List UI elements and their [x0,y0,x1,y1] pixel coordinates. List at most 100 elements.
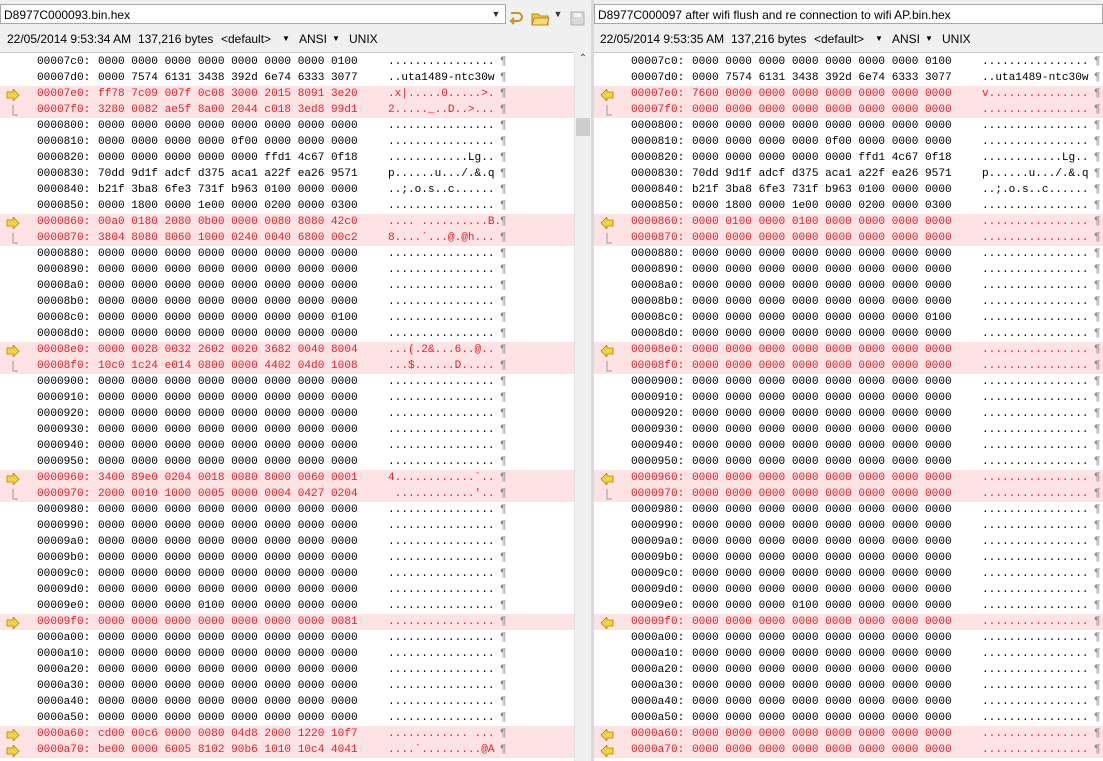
hex-line[interactable]: 00009d0: 0000 0000 0000 0000 0000 0000 00… [0,582,574,598]
hex-line[interactable]: 0000970: 2000 0010 1000 0005 0000 0004 04… [0,486,574,502]
copy-right-arrow-icon[interactable] [6,744,20,758]
hex-line[interactable]: 00008f0: 10c0 1c24 e014 0800 0000 4402 04… [0,358,574,374]
hex-line[interactable]: 00009f0: 0000 0000 0000 0000 0000 0000 00… [0,614,574,630]
copy-left-arrow-icon[interactable] [600,616,614,630]
scrollbar-thumb[interactable] [576,118,590,136]
hex-line[interactable]: 0000860: 0000 0100 0000 0100 0000 0000 00… [594,214,1103,230]
hex-line[interactable]: 0000a60: cd00 00c6 0000 0080 04d8 2000 12… [0,726,574,742]
hex-line[interactable]: 00009c0: 0000 0000 0000 0000 0000 0000 00… [0,566,574,582]
left-hex-view[interactable]: 00007c0: 0000 0000 0000 0000 0000 0000 00… [0,52,574,761]
hex-line[interactable]: 0000870: 3804 8080 8060 1000 0240 0040 68… [0,230,574,246]
hex-line[interactable]: 0000930: 0000 0000 0000 0000 0000 0000 00… [594,422,1103,438]
hex-line[interactable]: 00009f0: 0000 0000 0000 0000 0000 0000 00… [594,614,1103,630]
hex-line[interactable]: 0000840: b21f 3ba8 6fe3 731f b963 0100 00… [0,182,574,198]
hex-line[interactable]: 0000a10: 0000 0000 0000 0000 0000 0000 00… [594,646,1103,662]
hex-line[interactable]: 00009e0: 0000 0000 0000 0100 0000 0000 00… [0,598,574,614]
hex-line[interactable]: 00007c0: 0000 0000 0000 0000 0000 0000 00… [594,54,1103,70]
copy-right-arrow-icon[interactable] [6,616,20,630]
hex-line[interactable]: 0000940: 0000 0000 0000 0000 0000 0000 00… [0,438,574,454]
left-charset-select[interactable]: ANSI [299,30,327,48]
copy-right-arrow-icon[interactable] [6,216,20,230]
hex-line[interactable]: 0000820: 0000 0000 0000 0000 0000 ffd1 4c… [0,150,574,166]
hex-line[interactable]: 0000870: 0000 0000 0000 0000 0000 0000 00… [594,230,1103,246]
left-path-dropdown-icon[interactable]: ▼ [489,7,503,21]
hex-line[interactable]: 00009a0: 0000 0000 0000 0000 0000 0000 00… [0,534,574,550]
hex-line[interactable]: 0000a00: 0000 0000 0000 0000 0000 0000 00… [594,630,1103,646]
copy-left-arrow-icon[interactable] [600,216,614,230]
hex-line[interactable]: 0000a40: 0000 0000 0000 0000 0000 0000 00… [0,694,574,710]
hex-line[interactable]: 00007c0: 0000 0000 0000 0000 0000 0000 00… [0,54,574,70]
hex-line[interactable]: 00008c0: 0000 0000 0000 0000 0000 0000 00… [0,310,574,326]
hex-line[interactable]: 00007e0: ff78 7c09 007f 0c08 3000 2015 80… [0,86,574,102]
copy-left-arrow-icon[interactable] [600,472,614,486]
hex-line[interactable]: 00009b0: 0000 0000 0000 0000 0000 0000 00… [594,550,1103,566]
hex-line[interactable]: 0000840: b21f 3ba8 6fe3 731f b963 0100 00… [594,182,1103,198]
hex-line[interactable]: 00009d0: 0000 0000 0000 0000 0000 0000 00… [594,582,1103,598]
hex-line[interactable]: 00009e0: 0000 0000 0000 0100 0000 0000 00… [594,598,1103,614]
hex-line[interactable]: 0000950: 0000 0000 0000 0000 0000 0000 00… [594,454,1103,470]
right-file-path-field[interactable]: D8977C000097 after wifi flush and re con… [594,4,1103,24]
open-dropdown-icon[interactable]: ▼ [551,7,565,21]
hex-line[interactable]: 0000890: 0000 0000 0000 0000 0000 0000 00… [0,262,574,278]
hex-line[interactable]: 00008e0: 0000 0028 0032 2602 0020 3682 00… [0,342,574,358]
hex-line[interactable]: 0000860: 00a0 0180 2080 0b00 0000 0080 80… [0,214,574,230]
hex-line[interactable]: 0000830: 70dd 9d1f adcf d375 aca1 a22f ea… [0,166,574,182]
hex-line[interactable]: 0000960: 3400 89e0 0204 0018 0080 8000 00… [0,470,574,486]
hex-line[interactable]: 0000890: 0000 0000 0000 0000 0000 0000 00… [594,262,1103,278]
hex-line[interactable]: 0000920: 0000 0000 0000 0000 0000 0000 00… [594,406,1103,422]
hex-line[interactable]: 0000800: 0000 0000 0000 0000 0000 0000 00… [0,118,574,134]
hex-line[interactable]: 0000940: 0000 0000 0000 0000 0000 0000 00… [594,438,1103,454]
right-encoding-dropdown-icon[interactable]: ▼ [875,30,883,48]
hex-line[interactable]: 0000960: 0000 0000 0000 0000 0000 0000 00… [594,470,1103,486]
hex-line[interactable]: 0000a70: be00 0000 6005 8102 90b6 1010 10… [0,742,574,758]
hex-line[interactable]: 0000a40: 0000 0000 0000 0000 0000 0000 00… [594,694,1103,710]
swap-sides-icon[interactable] [507,8,527,28]
hex-line[interactable]: 00007d0: 0000 7574 6131 3438 392d 6e74 63… [0,70,574,86]
hex-line[interactable]: 0000830: 70dd 9d1f adcf d375 aca1 a22f ea… [594,166,1103,182]
right-encoding-select[interactable]: <default> [814,30,864,48]
hex-line[interactable]: 0000910: 0000 0000 0000 0000 0000 0000 00… [0,390,574,406]
hex-line[interactable]: 0000950: 0000 0000 0000 0000 0000 0000 00… [0,454,574,470]
open-folder-icon[interactable] [530,8,550,28]
hex-line[interactable]: 0000910: 0000 0000 0000 0000 0000 0000 00… [594,390,1103,406]
copy-right-arrow-icon[interactable] [6,88,20,102]
save-icon[interactable] [568,8,588,28]
hex-line[interactable]: 0000810: 0000 0000 0000 0000 0f00 0000 00… [594,134,1103,150]
hex-line[interactable]: 00009a0: 0000 0000 0000 0000 0000 0000 00… [594,534,1103,550]
hex-line[interactable]: 0000820: 0000 0000 0000 0000 0000 ffd1 4c… [594,150,1103,166]
hex-line[interactable]: 0000800: 0000 0000 0000 0000 0000 0000 00… [594,118,1103,134]
hex-line[interactable]: 00008b0: 0000 0000 0000 0000 0000 0000 00… [0,294,574,310]
left-vertical-scrollbar[interactable]: ⌃ [574,52,591,761]
hex-line[interactable]: 0000980: 0000 0000 0000 0000 0000 0000 00… [0,502,574,518]
hex-line[interactable]: 0000990: 0000 0000 0000 0000 0000 0000 00… [0,518,574,534]
copy-left-arrow-icon[interactable] [600,88,614,102]
hex-line[interactable]: 0000850: 0000 1800 0000 1e00 0000 0200 00… [0,198,574,214]
hex-line[interactable]: 00008e0: 0000 0000 0000 0000 0000 0000 00… [594,342,1103,358]
copy-left-arrow-icon[interactable] [600,744,614,758]
hex-line[interactable]: 0000a60: 0000 0000 0000 0000 0000 0000 00… [594,726,1103,742]
hex-line[interactable]: 0000a30: 0000 0000 0000 0000 0000 0000 00… [594,678,1103,694]
hex-line[interactable]: 0000880: 0000 0000 0000 0000 0000 0000 00… [594,246,1103,262]
hex-line[interactable]: 0000900: 0000 0000 0000 0000 0000 0000 00… [0,374,574,390]
hex-line[interactable]: 00007f0: 0000 0000 0000 0000 0000 0000 00… [594,102,1103,118]
hex-line[interactable]: 0000810: 0000 0000 0000 0000 0f00 0000 00… [0,134,574,150]
hex-line[interactable]: 0000a50: 0000 0000 0000 0000 0000 0000 00… [594,710,1103,726]
hex-line[interactable]: 00008a0: 0000 0000 0000 0000 0000 0000 00… [0,278,574,294]
left-file-path-field[interactable]: D8977C000093.bin.hex [0,4,506,24]
hex-line[interactable]: 00008f0: 0000 0000 0000 0000 0000 0000 00… [594,358,1103,374]
hex-line[interactable]: 00008b0: 0000 0000 0000 0000 0000 0000 00… [594,294,1103,310]
hex-line[interactable]: 00009c0: 0000 0000 0000 0000 0000 0000 00… [594,566,1103,582]
hex-line[interactable]: 0000a10: 0000 0000 0000 0000 0000 0000 00… [0,646,574,662]
hex-line[interactable]: 00007f0: 3280 0082 ae5f 8a00 2044 c018 3e… [0,102,574,118]
hex-line[interactable]: 00007d0: 0000 7574 6131 3438 392d 6e74 63… [594,70,1103,86]
right-charset-select[interactable]: ANSI [892,30,920,48]
left-encoding-select[interactable]: <default> [221,30,271,48]
scroll-up-icon[interactable]: ⌃ [578,54,588,64]
hex-line[interactable]: 0000900: 0000 0000 0000 0000 0000 0000 00… [594,374,1103,390]
hex-line[interactable]: 0000a20: 0000 0000 0000 0000 0000 0000 00… [0,662,574,678]
hex-line[interactable]: 00009b0: 0000 0000 0000 0000 0000 0000 00… [0,550,574,566]
hex-line[interactable]: 0000980: 0000 0000 0000 0000 0000 0000 00… [594,502,1103,518]
hex-line[interactable]: 0000a50: 0000 0000 0000 0000 0000 0000 00… [0,710,574,726]
hex-line[interactable]: 0000930: 0000 0000 0000 0000 0000 0000 00… [0,422,574,438]
hex-line[interactable]: 0000a30: 0000 0000 0000 0000 0000 0000 00… [0,678,574,694]
